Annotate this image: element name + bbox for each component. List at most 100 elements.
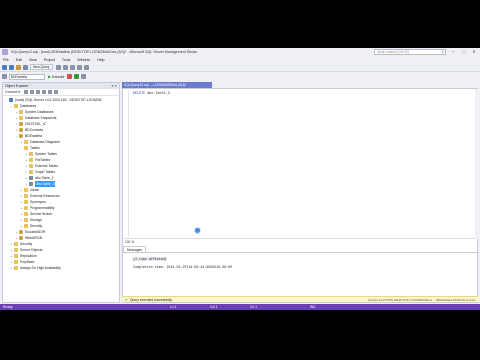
folder-icon xyxy=(14,104,18,108)
insert-mode: INS xyxy=(310,305,316,309)
folder-icon xyxy=(19,110,23,114)
folder-icon xyxy=(29,152,33,156)
connect-button[interactable]: Connect ▾ xyxy=(5,90,20,94)
stop-icon[interactable] xyxy=(67,74,73,79)
folder-icon xyxy=(14,248,18,252)
object-explorer-toolbar: Connect ▾ xyxy=(3,89,119,96)
ssms-window: SQLQuery12.sql - (local).BDEstafeta (DES… xyxy=(0,48,480,310)
play-icon: ▶ xyxy=(48,74,52,79)
mouse-cursor-icon xyxy=(194,227,201,234)
save-icon[interactable] xyxy=(23,64,28,70)
cut-icon[interactable] xyxy=(55,64,61,70)
folder-icon xyxy=(29,164,33,168)
plan-icon[interactable] xyxy=(81,74,87,79)
object-explorer-header: Object Explorer ▾ ✕ xyxy=(3,83,119,89)
execute-label: Execute xyxy=(52,75,65,79)
minimize-button[interactable]: ─ xyxy=(448,48,458,56)
new-query-button[interactable]: New Query xyxy=(30,64,53,70)
quick-launch-placeholder: Quick Launch (Ctrl+Q) xyxy=(377,50,409,54)
back-icon[interactable] xyxy=(2,64,7,70)
refresh-icon[interactable] xyxy=(47,90,52,94)
folder-icon xyxy=(24,200,28,204)
menu-help[interactable]: Help xyxy=(97,58,104,62)
folder-icon xyxy=(29,170,33,174)
activity-monitor-icon[interactable] xyxy=(53,90,58,94)
folder-icon xyxy=(14,266,18,270)
char-number: Ch 1 xyxy=(250,305,257,309)
server-icon xyxy=(9,98,13,102)
pin-close-icons[interactable]: ▾ ✕ xyxy=(112,83,118,89)
editor-scrollbar[interactable] xyxy=(475,89,479,239)
copy-icon[interactable] xyxy=(62,64,68,70)
folder-icon xyxy=(19,116,23,120)
database-select[interactable]: BDEstafeta xyxy=(9,73,45,80)
menu-edit[interactable]: Edit xyxy=(16,58,22,62)
table-icon xyxy=(29,176,33,180)
new-query-label: New Query xyxy=(33,65,50,69)
folder-icon xyxy=(24,212,28,216)
table-icon xyxy=(29,182,33,186)
stop-icon[interactable] xyxy=(35,90,40,94)
sql-editor-toolbar: BDEstafeta ▶Execute xyxy=(0,72,480,81)
folder-icon xyxy=(14,242,18,246)
db-icon xyxy=(19,236,23,240)
sql-statement: dbo.Table_3 xyxy=(145,92,170,96)
undo-icon[interactable] xyxy=(76,64,82,70)
line-number: Ln 1 xyxy=(170,305,177,309)
completion-time-message: Completion time: 2021-02-25T19:56:44.995… xyxy=(133,265,232,269)
folder-icon xyxy=(29,158,33,162)
connection-info: (local) (14.0 RTM) DESKTOP-LOOM2MA\Dios … xyxy=(368,298,475,302)
menu-bar: File Edit View Project Tools Window Help xyxy=(0,56,480,63)
open-file-icon[interactable] xyxy=(16,64,21,70)
query-status-bar: ✔ Query executed successfully. (local) (… xyxy=(122,296,478,302)
menu-window[interactable]: Window xyxy=(77,58,90,62)
query-editor: DELETE dbo.Table_3 100 % Messages (1 row… xyxy=(122,88,479,303)
connect-icon[interactable] xyxy=(2,74,7,79)
tree-node-label: Always On High Availability xyxy=(20,266,61,270)
messages-pane: (1 rows affected) Completion time: 2021-… xyxy=(123,252,479,296)
menu-file[interactable]: File xyxy=(3,58,9,62)
execute-button[interactable]: ▶Execute xyxy=(48,74,64,79)
folder-icon xyxy=(14,254,18,258)
title-bar: SQLQuery12.sql - (local).BDEstafeta (DES… xyxy=(0,48,480,56)
close-button[interactable]: ✕ xyxy=(469,48,479,56)
paste-icon[interactable] xyxy=(69,64,75,70)
standard-toolbar: New Query xyxy=(0,63,480,72)
parse-icon[interactable] xyxy=(74,74,80,79)
code-area[interactable]: DELETE dbo.Table_3 xyxy=(123,89,479,239)
rows-affected-message: (1 rows affected) xyxy=(133,257,167,261)
filter-icon[interactable] xyxy=(41,90,46,94)
folder-icon xyxy=(24,218,28,222)
folder-icon xyxy=(24,146,28,150)
forward-icon[interactable] xyxy=(9,64,14,70)
quick-launch-input[interactable]: Quick Launch (Ctrl+Q) ⚲ xyxy=(374,49,446,55)
tree-node[interactable]: + Always On High Availability xyxy=(3,265,119,271)
menu-tools[interactable]: Tools xyxy=(62,58,70,62)
application-status-bar: Ready Ln 1 Col 1 Ch 1 INS xyxy=(0,304,480,310)
window-title: SQLQuery12.sql - (local).BDEstafeta (DES… xyxy=(11,50,197,54)
column-number: Col 1 xyxy=(210,305,218,309)
redo-icon[interactable] xyxy=(83,64,89,70)
expand-icon[interactable]: + xyxy=(10,265,13,271)
maximize-button[interactable]: □ xyxy=(459,48,469,56)
folder-icon xyxy=(24,140,28,144)
db-icon xyxy=(19,230,23,234)
search-icon: ⚲ xyxy=(441,50,444,54)
db-icon xyxy=(19,128,23,132)
folder-icon xyxy=(24,194,28,198)
disconnect-icon[interactable] xyxy=(29,90,34,94)
folder-icon xyxy=(24,224,28,228)
object-explorer-tree: − (local) (SQL Server 14.0.1000.169 - DES… xyxy=(3,96,119,271)
folder-icon xyxy=(24,206,28,210)
sql-keyword: DELETE xyxy=(133,92,146,96)
menu-view[interactable]: View xyxy=(29,58,37,62)
object-explorer-title: Object Explorer xyxy=(5,84,29,88)
db-icon xyxy=(19,134,23,138)
db-icon xyxy=(19,122,23,126)
object-explorer-panel: Object Explorer ▾ ✕ Connect ▾ − (local) (… xyxy=(2,82,120,303)
success-check-icon: ✔ xyxy=(125,297,128,302)
connect-plug-icon[interactable] xyxy=(23,90,28,94)
editor-zoom[interactable]: 100 % xyxy=(125,240,134,244)
folder-icon xyxy=(24,188,28,192)
menu-project[interactable]: Project xyxy=(44,58,55,62)
